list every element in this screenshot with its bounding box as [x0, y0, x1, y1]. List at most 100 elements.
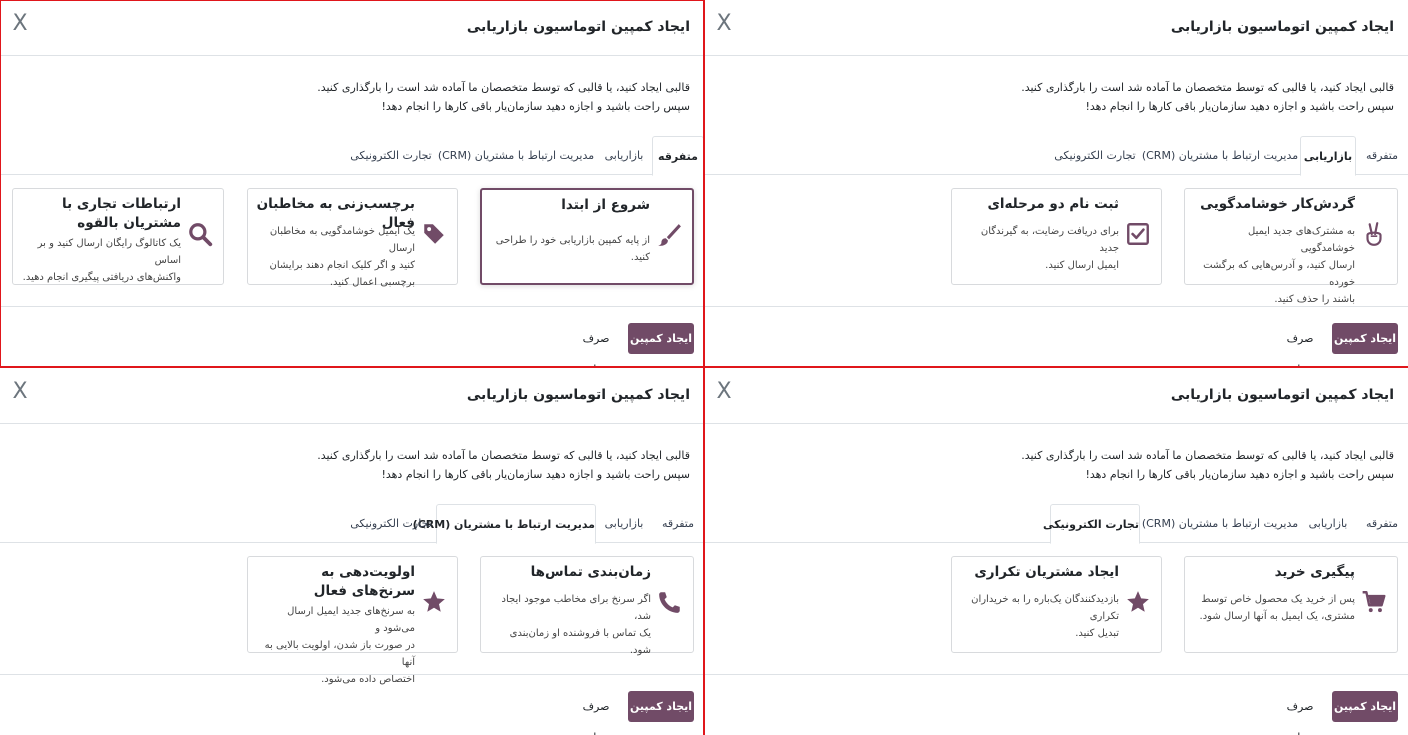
category-tabs: متفرقه بازاریابی مدیریت ارتباط با مشتریان …: [704, 504, 1408, 544]
campaign-dialog: ایجاد کمپین اتوماسیون بازاریابی X قالبی ای…: [704, 0, 1408, 367]
tab-crm[interactable]: مدیریت ارتباط با مشتریان (CRM): [1140, 136, 1300, 175]
template-card[interactable]: برچسب‌زنی به مخاطبان فعال یک ایمیل خوشامد…: [247, 188, 458, 288]
dialog-footer: ایجاد کمپین صرف نظر: [0, 674, 704, 735]
card-description-line: ارسال کنید، و آدرس‌هایی که برگشت خورده: [1203, 260, 1355, 288]
campaign-dialog: ایجاد کمپین اتوماسیون بازاریابی X قالبی ای…: [704, 368, 1408, 735]
card-description-line: کنید و اگر کلیک انجام دهند برایشان: [269, 260, 415, 271]
card-description-line: برای دریافت رضایت، به گیرندگان جدید: [980, 226, 1119, 254]
dialog-description: قالبی ایجاد کنید، یا قالبی که توسط متخصص…: [317, 78, 690, 116]
phone-icon: [657, 589, 683, 615]
card-title: اولویت‌دهی به سرنخ‌های فعال: [313, 564, 415, 599]
dialog-title: ایجاد کمپین اتوماسیون بازاریابی: [466, 19, 690, 35]
card-description: پس از خرید یک محصول خاص توسط مشتری، یک ای…: [1193, 591, 1355, 625]
tag-icon: [421, 221, 447, 247]
create-campaign-button[interactable]: ایجاد کمپین: [1332, 323, 1398, 354]
tab-crm[interactable]: مدیریت ارتباط با مشتریان (CRM): [1140, 504, 1300, 543]
tab-marketing[interactable]: بازاریابی: [596, 136, 652, 175]
tab-misc[interactable]: متفرقه: [652, 504, 704, 543]
dialog-title: ایجاد کمپین اتوماسیون بازاریابی: [1170, 387, 1394, 403]
description-line: سپس راحت باشید و اجازه دهید سازمان‌یار ب…: [381, 468, 690, 481]
tab-ecommerce[interactable]: تجارت الکترونیکی: [346, 136, 436, 175]
dialog-header: ایجاد کمپین اتوماسیون بازاریابی X: [704, 0, 1408, 56]
discard-button[interactable]: صرف نظر: [1278, 691, 1322, 735]
dialog-footer: ایجاد کمپین صرف نظر: [704, 674, 1408, 735]
card-title: شروع از ابتدا: [561, 197, 650, 213]
card-description-line: یک ایمیل خوشامدگویی به مخاطبان ارسال: [269, 226, 415, 254]
description-line: سپس راحت باشید و اجازه دهید سازمان‌یار ب…: [1085, 468, 1394, 481]
close-icon[interactable]: X: [714, 381, 734, 403]
tab-marketing[interactable]: بازاریابی: [1300, 136, 1356, 176]
discard-button[interactable]: صرف نظر: [1278, 323, 1322, 367]
card-title: زمان‌بندی تماس‌ها: [530, 564, 651, 580]
tab-ecommerce[interactable]: تجارت الکترونیکی: [1050, 136, 1140, 175]
card-description-line: در صورت باز شدن، اولویت بالایی به آنها: [264, 640, 415, 668]
dialog-description: قالبی ایجاد کنید، یا قالبی که توسط متخصص…: [317, 446, 690, 484]
description-line: سپس راحت باشید و اجازه دهید سازمان‌یار ب…: [1085, 100, 1394, 113]
card-description-line: بازدیدکنندگان یک‌باره را به خریداران تکر…: [971, 594, 1119, 622]
highlight-border-left: [0, 0, 1, 368]
dialog-header: ایجاد کمپین اتوماسیون بازاریابی X: [0, 0, 704, 56]
tab-ecommerce[interactable]: تجارت الکترونیکی: [1043, 504, 1140, 544]
card-title: ارتباطات تجاری با مشتریان بالقوه: [62, 196, 181, 231]
highlight-border-top: [0, 0, 704, 1]
star-icon: [421, 589, 447, 615]
create-campaign-button[interactable]: ایجاد کمپین: [1332, 691, 1398, 722]
hand-peace-icon: [1361, 221, 1387, 247]
dialog-header: ایجاد کمپین اتوماسیون بازاریابی X: [704, 368, 1408, 424]
category-tabs: متفرقه بازاریابی مدیریت ارتباط با مشتریان …: [0, 504, 704, 544]
close-icon[interactable]: X: [10, 13, 30, 35]
dialog-header: ایجاد کمپین اتوماسیون بازاریابی X: [0, 368, 704, 424]
tab-misc[interactable]: متفرقه: [652, 136, 704, 176]
template-card[interactable]: زمان‌بندی تماس‌ها اگر سرنخ برای مخاطب موج…: [480, 556, 694, 656]
card-description: اگر سرنخ برای مخاطب موجود ایجاد شد، یک تم…: [489, 591, 651, 659]
card-title: ایجاد مشتریان تکراری: [974, 564, 1119, 580]
create-campaign-button[interactable]: ایجاد کمپین: [628, 691, 694, 722]
card-title: پیگیری خرید: [1274, 564, 1355, 580]
card-description: یک کاتالوگ رایگان ارسال کنید و بر اساس وا…: [21, 235, 181, 286]
template-card[interactable]: پیگیری خرید پس از خرید یک محصول خاص توسط م…: [1184, 556, 1398, 653]
template-card[interactable]: ارتباطات تجاری با مشتریان بالقوه یک کاتال…: [12, 188, 224, 285]
tab-marketing[interactable]: بازاریابی: [596, 504, 652, 543]
template-card[interactable]: شروع از ابتدا از پایه کمپین بازاریابی خود…: [480, 188, 694, 285]
create-campaign-button[interactable]: ایجاد کمپین: [628, 323, 694, 354]
paint-brush-icon: [656, 222, 682, 248]
campaign-dialog: ایجاد کمپین اتوماسیون بازاریابی X قالبی ای…: [0, 0, 704, 367]
tab-ecommerce[interactable]: تجارت الکترونیکی: [346, 504, 436, 543]
template-card[interactable]: ثبت نام دو مرحله‌ای برای دریافت رضایت، به…: [951, 188, 1162, 285]
card-title: ثبت نام دو مرحله‌ای: [987, 196, 1119, 212]
description-line: قالبی ایجاد کنید، یا قالبی که توسط متخصص…: [317, 81, 690, 94]
template-card[interactable]: اولویت‌دهی به سرنخ‌های فعال به سرنخ‌های ج…: [247, 556, 458, 685]
category-tabs: متفرقه بازاریابی مدیریت ارتباط با مشتریان …: [0, 136, 704, 176]
campaign-dialog: ایجاد کمپین اتوماسیون بازاریابی X قالبی ای…: [0, 368, 704, 735]
card-description: برای دریافت رضایت، به گیرندگان جدید ایمیل…: [960, 223, 1119, 274]
discard-button[interactable]: صرف نظر: [574, 691, 618, 735]
tab-crm[interactable]: مدیریت ارتباط با مشتریان (CRM): [436, 136, 596, 175]
card-description-line: اگر سرنخ برای مخاطب موجود ایجاد شد،: [501, 594, 651, 622]
tab-marketing[interactable]: بازاریابی: [1300, 504, 1356, 543]
dialog-description: قالبی ایجاد کنید، یا قالبی که توسط متخصص…: [1021, 78, 1394, 116]
dialog-title: ایجاد کمپین اتوماسیون بازاریابی: [1170, 19, 1394, 35]
card-description: از پایه کمپین بازاریابی خود را طراحی کنی…: [490, 232, 650, 266]
card-description-line: به سرنخ‌های جدید ایمیل ارسال می‌شود و: [287, 606, 415, 634]
dialog-title: ایجاد کمپین اتوماسیون بازاریابی: [466, 387, 690, 403]
card-description-line: تبدیل کنید.: [1075, 628, 1119, 639]
template-card[interactable]: ایجاد مشتریان تکراری بازدیدکنندگان یک‌بار…: [951, 556, 1162, 653]
card-description-line: پس از خرید یک محصول خاص توسط: [1201, 594, 1355, 605]
checkbox-icon: [1125, 221, 1151, 247]
tab-misc[interactable]: متفرقه: [1356, 504, 1408, 543]
template-card[interactable]: گردش‌کار خوشامدگویی به مشترک‌های جدید ایم…: [1184, 188, 1398, 305]
close-icon[interactable]: X: [714, 13, 734, 35]
card-description-line: ایمیل ارسال کنید.: [1045, 260, 1119, 271]
tab-misc[interactable]: متفرقه: [1356, 136, 1408, 175]
card-description: به مشترک‌های جدید ایمیل خوشامدگویی ارسال …: [1193, 223, 1355, 308]
card-description-line: یک کاتالوگ رایگان ارسال کنید و بر اساس: [37, 238, 181, 266]
card-description-line: برچسبی اعمال کنید.: [329, 277, 415, 288]
tab-crm[interactable]: مدیریت ارتباط با مشتریان (CRM): [413, 504, 596, 544]
card-description: یک ایمیل خوشامدگویی به مخاطبان ارسال کنید…: [256, 223, 415, 291]
cart-icon: [1361, 589, 1387, 615]
card-description-line: به مشترک‌های جدید ایمیل خوشامدگویی: [1248, 226, 1355, 254]
description-line: سپس راحت باشید و اجازه دهید سازمان‌یار ب…: [381, 100, 690, 113]
close-icon[interactable]: X: [10, 381, 30, 403]
description-line: قالبی ایجاد کنید، یا قالبی که توسط متخصص…: [1021, 449, 1394, 462]
discard-button[interactable]: صرف نظر: [574, 323, 618, 367]
